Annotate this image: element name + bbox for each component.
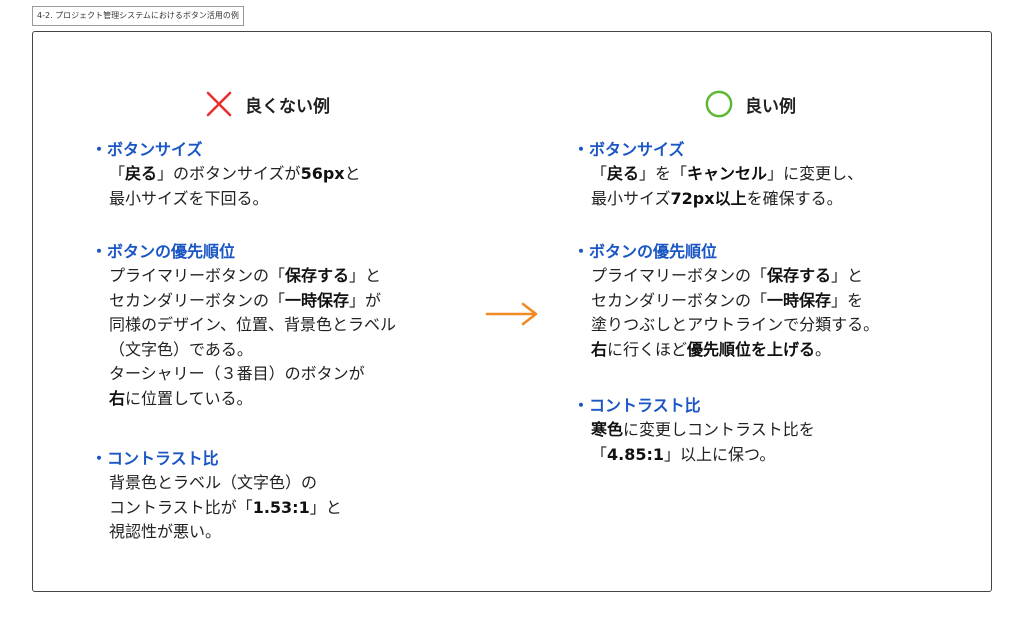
body-text: ターシャリー（３番目）のボタンが	[109, 364, 365, 383]
arrow-right-icon	[485, 302, 538, 326]
section-title-text: ボタンの優先順位	[107, 242, 236, 261]
figure-caption: 4-2. プロジェクト管理システムにおけるボタン活用の例	[32, 6, 244, 26]
section-text-line: セカンダリーボタンの「一時保存」を	[573, 289, 879, 314]
body-text: 」を「	[639, 164, 688, 183]
body-text: 「	[591, 164, 608, 183]
section-text-line: 右に行くほど優先順位を上げる。	[573, 338, 879, 363]
section-title: ・ボタンサイズ	[573, 138, 863, 162]
section-text-line: プライマリーボタンの「保存する」と	[573, 264, 879, 289]
bullet-icon: ・	[573, 396, 590, 415]
emphasis-text: 4.85:1	[607, 444, 665, 464]
section-text-line: ターシャリー（３番目）のボタンが	[91, 362, 396, 387]
section-title: ・ボタンサイズ	[91, 138, 361, 162]
good-section-button-size: ・ボタンサイズ 「戻る」を「キャンセル」に変更し、 最小サイズ72px以上を確保する…	[573, 138, 863, 211]
body-text: 「	[591, 444, 608, 464]
cross-icon	[205, 90, 233, 118]
section-title: ・コントラスト比	[91, 447, 342, 471]
bullet-icon: ・	[573, 242, 590, 261]
bullet-icon: ・	[91, 449, 108, 468]
section-text-line: 同様のデザイン、位置、背景色とラベル	[91, 313, 396, 338]
body-text: を確保する。	[746, 188, 843, 208]
body-text: プライマリーボタンの「	[109, 266, 286, 285]
body-text: に変更しコントラスト比を	[623, 420, 815, 439]
emphasis-text: 72px以上	[670, 188, 747, 208]
body-text: 同様のデザイン、位置、背景色とラベル	[109, 315, 397, 334]
emphasis-text: 56px	[300, 164, 345, 183]
body-text: 」に変更し、	[767, 164, 864, 183]
section-text-line: 寒色に変更しコントラスト比を	[573, 418, 815, 443]
section-text-line: 「4.85:1」以上に保つ。	[573, 443, 815, 468]
emphasis-text: 一時保存	[767, 290, 832, 310]
body-text: 「	[109, 164, 126, 183]
good-section-contrast: ・コントラスト比 寒色に変更しコントラスト比を 「4.85:1」以上に保つ。	[573, 394, 815, 467]
emphasis-text: 1.53:1	[252, 497, 310, 517]
body-text: セカンダリーボタンの「	[591, 290, 768, 310]
body-text: 」を	[831, 290, 864, 310]
body-text: 」のボタンサイズが	[157, 164, 301, 183]
body-text: 」以上に保つ。	[664, 444, 776, 464]
body-text: 塗りつぶしとアウトラインで分類する。	[591, 315, 880, 334]
section-title: ・ボタンの優先順位	[91, 240, 396, 264]
circle-icon	[705, 90, 733, 118]
section-title-text: ボタンサイズ	[589, 140, 685, 159]
section-text-line: （文字色）である。	[91, 338, 396, 363]
section-text-line: 「戻る」を「キャンセル」に変更し、	[573, 162, 863, 187]
emphasis-text: キャンセル	[687, 164, 768, 183]
body-text: 」と	[309, 497, 342, 517]
bullet-icon: ・	[91, 140, 108, 159]
emphasis-text: 保存する	[767, 266, 832, 285]
body-text: に位置している。	[125, 388, 253, 408]
body-text: 最小サイズ	[591, 188, 671, 208]
bad-section-button-size: ・ボタンサイズ 「戻る」のボタンサイズが56pxと 最小サイズを下回る。	[91, 138, 361, 211]
body-text: 背景色とラベル（文字色）の	[109, 473, 318, 492]
body-text: 」が	[349, 290, 382, 310]
body-text: コントラスト比が「	[109, 497, 253, 517]
body-text: セカンダリーボタンの「	[109, 290, 286, 310]
body-text: と	[344, 164, 361, 183]
bad-example-heading-text: 良くない例	[245, 96, 330, 117]
body-text: 視認性が悪い。	[109, 522, 222, 541]
body-text: 。	[815, 339, 832, 359]
section-text-line: セカンダリーボタンの「一時保存」が	[91, 289, 396, 314]
section-text-line: 「戻る」のボタンサイズが56pxと	[91, 162, 361, 187]
bad-section-button-priority: ・ボタンの優先順位 プライマリーボタンの「保存する」と セカンダリーボタンの「一時保…	[91, 240, 396, 411]
section-title-text: コントラスト比	[589, 396, 701, 415]
body-text: プライマリーボタンの「	[591, 266, 768, 285]
emphasis-text: 優先順位を上げる	[687, 339, 816, 359]
emphasis-text: 一時保存	[285, 290, 350, 310]
body-text: 最小サイズを下回る。	[109, 188, 269, 208]
bad-example-heading: 良くない例	[205, 90, 330, 118]
section-text-line: 右に位置している。	[91, 387, 396, 412]
emphasis-text: 戻る	[125, 164, 158, 183]
section-text-line: 最小サイズ72px以上を確保する。	[573, 187, 863, 212]
section-title-text: コントラスト比	[107, 449, 219, 468]
body-text: （文字色）である。	[109, 339, 253, 359]
emphasis-text: 寒色	[591, 420, 624, 439]
section-title: ・ボタンの優先順位	[573, 240, 879, 264]
good-example-heading: 良い例	[705, 90, 796, 118]
section-title-text: ボタンサイズ	[107, 140, 203, 159]
section-text-line: 最小サイズを下回る。	[91, 187, 361, 212]
bullet-icon: ・	[91, 242, 108, 261]
section-text-line: コントラスト比が「1.53:1」と	[91, 496, 342, 521]
section-text-line: 背景色とラベル（文字色）の	[91, 471, 342, 496]
emphasis-text: 右	[591, 339, 608, 359]
section-title-text: ボタンの優先順位	[589, 242, 718, 261]
emphasis-text: 戻る	[607, 164, 640, 183]
emphasis-text: 保存する	[285, 266, 350, 285]
comparison-panel: 良くない例 ・ボタンサイズ 「戻る」のボタンサイズが56pxと 最小サイズを下回る。…	[32, 31, 992, 592]
bad-section-contrast: ・コントラスト比 背景色とラベル（文字色）の コントラスト比が「1.53:1」と 視認…	[91, 447, 342, 545]
section-text-line: 視認性が悪い。	[91, 520, 342, 545]
body-text: に行くほど	[607, 339, 688, 359]
good-section-button-priority: ・ボタンの優先順位 プライマリーボタンの「保存する」と セカンダリーボタンの「一時保…	[573, 240, 879, 362]
emphasis-text: 右	[109, 388, 126, 408]
section-text-line: 塗りつぶしとアウトラインで分類する。	[573, 313, 879, 338]
good-example-heading-text: 良い例	[745, 96, 796, 117]
bullet-icon: ・	[573, 140, 590, 159]
body-text: 」と	[349, 266, 382, 285]
section-title: ・コントラスト比	[573, 394, 815, 418]
body-text: 」と	[831, 266, 864, 285]
section-text-line: プライマリーボタンの「保存する」と	[91, 264, 396, 289]
